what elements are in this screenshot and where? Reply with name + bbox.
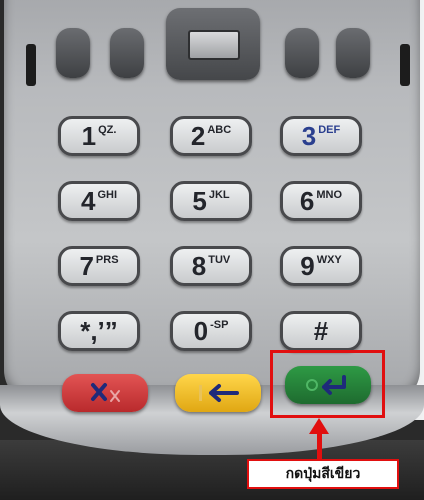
key-sub-label: TUV bbox=[208, 254, 231, 266]
nav-key-left-1[interactable] bbox=[56, 28, 90, 78]
key-9[interactable]: 9 WXY bbox=[280, 246, 362, 286]
key-3[interactable]: 3 DEF bbox=[280, 116, 362, 156]
callout-caption-box: กดปุ่มสีเขียว bbox=[247, 459, 399, 489]
key-8[interactable]: 8 TUV bbox=[170, 246, 252, 286]
callout-arrow-shaft bbox=[317, 430, 322, 460]
key-1[interactable]: 1 QZ. bbox=[58, 116, 140, 156]
backspace-key[interactable] bbox=[175, 374, 261, 412]
key-7[interactable]: 7 PRS bbox=[58, 246, 140, 286]
key-main-label: 1 bbox=[81, 121, 97, 151]
key-sub-label: -SP bbox=[210, 319, 229, 331]
nav-key-right-2[interactable] bbox=[336, 28, 370, 78]
key-sub-label: JKL bbox=[208, 189, 230, 201]
key-10[interactable]: *,’” bbox=[58, 311, 140, 351]
back-arrow-icon bbox=[199, 384, 239, 402]
key-main-label: 6 bbox=[299, 186, 315, 216]
cancel-key[interactable] bbox=[62, 374, 148, 412]
key-sub-label: WXY bbox=[316, 254, 342, 266]
key-main-label: 5 bbox=[192, 186, 207, 216]
photo-scene: 1 QZ. 2 ABC 3 DEF 4 GHI 5 JKL 6 MNO 7 PRS 8 TUV 9 WXY *,’”… bbox=[0, 0, 424, 500]
key-main-label: 0 bbox=[193, 316, 209, 346]
callout-caption: กดปุ่มสีเขียว bbox=[285, 466, 361, 482]
key-11[interactable]: 0 -SP bbox=[170, 311, 252, 351]
key-sub-label: QZ. bbox=[98, 124, 117, 136]
x-icon bbox=[91, 383, 120, 402]
key-6[interactable]: 6 MNO bbox=[280, 181, 362, 221]
key-main-label: 4 bbox=[80, 186, 96, 216]
key-sub-label: DEF bbox=[318, 124, 341, 136]
key-main-label: 9 bbox=[300, 251, 315, 281]
enter-key-highlight bbox=[270, 350, 385, 418]
key-main-label: # bbox=[313, 316, 329, 346]
nav-center-button[interactable] bbox=[166, 8, 260, 80]
nav-center-display bbox=[188, 30, 240, 60]
left-indicator-slot bbox=[26, 44, 36, 86]
key-main-label: 2 bbox=[190, 121, 206, 151]
key-2[interactable]: 2 ABC bbox=[170, 116, 252, 156]
key-main-label: *,’” bbox=[80, 316, 118, 346]
key-sub-label: ABC bbox=[207, 124, 232, 136]
key-5[interactable]: 5 JKL bbox=[170, 181, 252, 221]
key-main-label: 7 bbox=[79, 251, 94, 281]
key-12[interactable]: # bbox=[280, 311, 362, 351]
right-indicator-slot bbox=[400, 44, 410, 86]
nav-key-right-1[interactable] bbox=[285, 28, 319, 78]
nav-key-left-2[interactable] bbox=[110, 28, 144, 78]
key-sub-label: GHI bbox=[97, 189, 118, 201]
key-sub-label: PRS bbox=[95, 254, 119, 266]
key-main-label: 8 bbox=[191, 251, 207, 281]
key-4[interactable]: 4 GHI bbox=[58, 181, 140, 221]
key-sub-label: MNO bbox=[316, 189, 343, 201]
key-main-label: 3 bbox=[301, 121, 317, 151]
